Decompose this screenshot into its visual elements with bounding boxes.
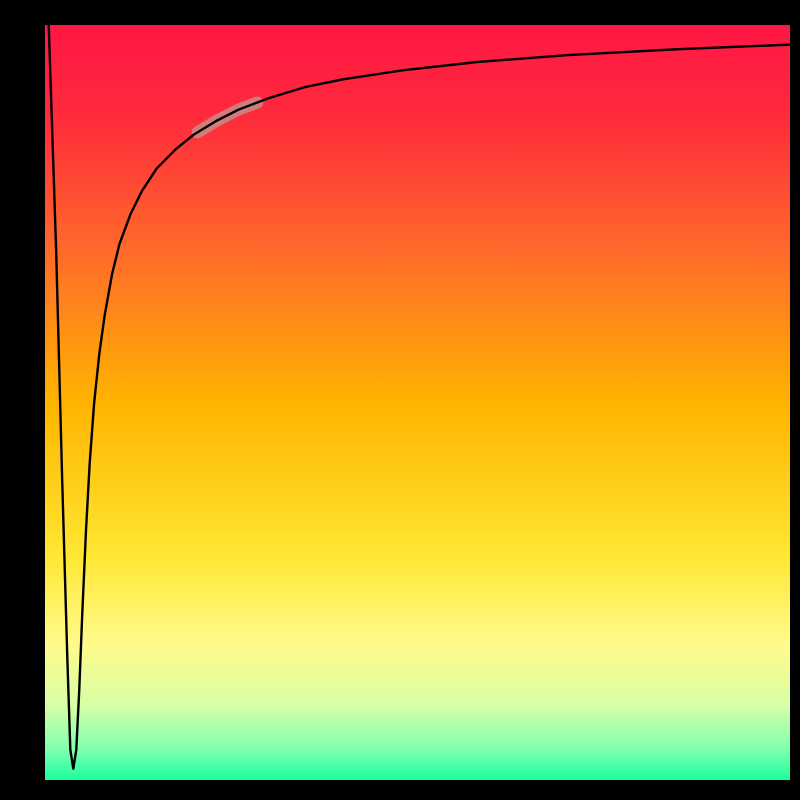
frame-right [790,0,800,800]
frame-top [0,0,800,25]
plot-svg [45,25,790,780]
frame-left [0,0,45,800]
chart-stage: TheBottlenecker.com [0,0,800,800]
gradient-background [45,25,790,780]
frame-bottom [0,780,800,800]
plot-area [45,25,790,780]
